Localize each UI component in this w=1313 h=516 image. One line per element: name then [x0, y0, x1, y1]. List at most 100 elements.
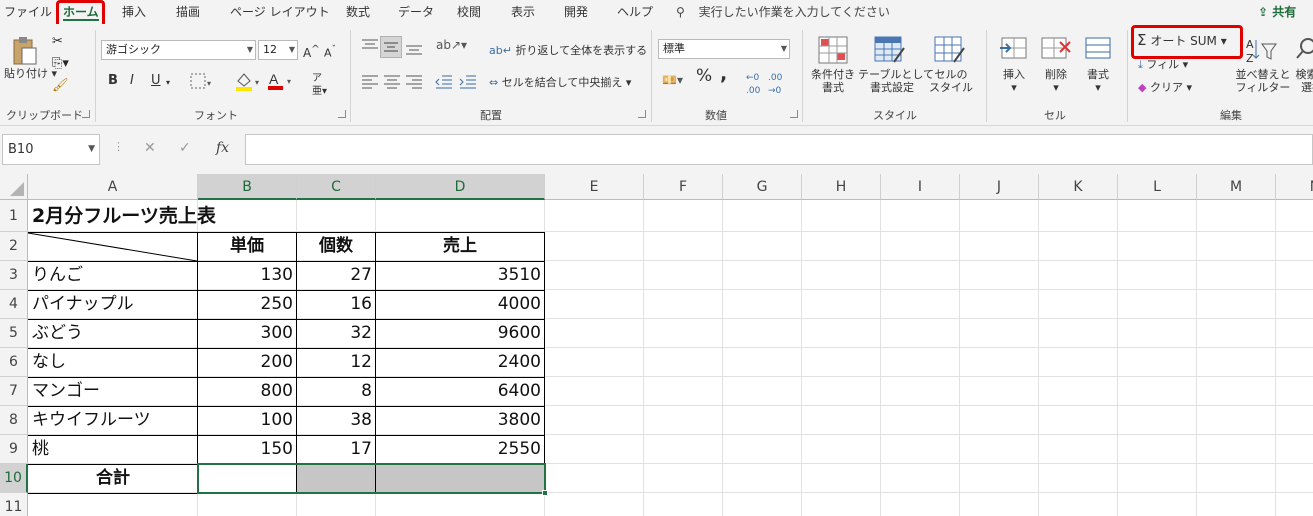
- item-price[interactable]: 150: [198, 435, 296, 464]
- bold-button[interactable]: B: [108, 74, 118, 87]
- select-all-corner[interactable]: [0, 174, 28, 200]
- phonetic-icon[interactable]: ア亜▾: [312, 72, 327, 98]
- column-header-i[interactable]: I: [881, 174, 960, 200]
- font-size-select[interactable]: 12 ▼: [258, 40, 298, 60]
- item-price[interactable]: 100: [198, 406, 296, 435]
- column-header-e[interactable]: E: [545, 174, 644, 200]
- share-button[interactable]: ⇪ 共有: [1258, 0, 1296, 24]
- item-name[interactable]: キウイフルーツ: [29, 406, 197, 435]
- italic-button[interactable]: I: [130, 74, 134, 87]
- item-sales[interactable]: 4000: [376, 290, 544, 319]
- item-price[interactable]: 800: [198, 377, 296, 406]
- tab-data[interactable]: データ: [398, 0, 434, 24]
- total-sales-cell[interactable]: [376, 464, 544, 493]
- font-shrink-icon[interactable]: Aˇ: [324, 43, 336, 60]
- total-qty-cell[interactable]: [297, 464, 375, 493]
- find-select-button[interactable]: 検索と 選択: [1292, 68, 1313, 94]
- align-right-icon[interactable]: [404, 74, 424, 94]
- column-header-m[interactable]: M: [1197, 174, 1276, 200]
- row-header-9[interactable]: 9: [0, 435, 28, 464]
- tab-developer[interactable]: 開発: [564, 0, 588, 24]
- decrease-decimal-icon[interactable]: .00 →0: [768, 72, 782, 98]
- number-format-select[interactable]: 標準 ▼: [658, 39, 790, 59]
- font-grow-icon[interactable]: A^: [303, 43, 320, 60]
- cell-title[interactable]: 2月分フルーツ売上表: [29, 200, 359, 232]
- paste-button[interactable]: 貼り付け ▾: [4, 67, 57, 80]
- increase-decimal-icon[interactable]: ←0.00: [746, 72, 760, 98]
- font-color-icon[interactable]: A ▾: [266, 70, 296, 95]
- tab-file[interactable]: ファイル: [4, 0, 52, 24]
- item-sales[interactable]: 2400: [376, 348, 544, 377]
- increase-indent-icon[interactable]: [458, 74, 478, 94]
- total-label[interactable]: 合計: [29, 464, 197, 493]
- item-sales[interactable]: 9600: [376, 319, 544, 348]
- format-as-table-button[interactable]: テーブルとして 書式設定: [858, 68, 934, 94]
- column-header-b[interactable]: B: [198, 174, 297, 200]
- row-header-7[interactable]: 7: [0, 377, 28, 406]
- tab-page-layout[interactable]: ページ レイアウト: [230, 0, 330, 24]
- item-price[interactable]: 300: [198, 319, 296, 348]
- underline-button[interactable]: U: [151, 74, 161, 87]
- cell-styles-button[interactable]: セルの スタイル: [924, 68, 978, 94]
- column-header-k[interactable]: K: [1039, 174, 1118, 200]
- item-name[interactable]: りんご: [29, 261, 197, 290]
- align-left-icon[interactable]: [360, 74, 380, 94]
- item-name[interactable]: パイナップル: [29, 290, 197, 319]
- column-header-j[interactable]: J: [960, 174, 1039, 200]
- item-qty[interactable]: 16: [297, 290, 375, 319]
- column-header-f[interactable]: F: [644, 174, 723, 200]
- align-center-icon[interactable]: [382, 74, 402, 94]
- currency-icon[interactable]: 💴▾: [662, 73, 683, 87]
- header-qty[interactable]: 個数: [297, 232, 375, 261]
- insert-function-icon[interactable]: fx: [216, 140, 229, 156]
- border-icon[interactable]: ▾: [190, 73, 214, 93]
- row-header-11[interactable]: 11: [0, 493, 28, 516]
- insert-cells-button[interactable]: 挿入 ▾: [992, 68, 1036, 94]
- column-header-d[interactable]: D: [376, 174, 545, 200]
- item-price[interactable]: 200: [198, 348, 296, 377]
- cut-icon[interactable]: ✂: [52, 34, 63, 49]
- sort-filter-button[interactable]: 並べ替えと フィルター: [1232, 68, 1294, 94]
- header-price[interactable]: 単価: [198, 232, 296, 261]
- fill-color-icon[interactable]: ▾: [234, 71, 262, 95]
- column-header-h[interactable]: H: [802, 174, 881, 200]
- item-qty[interactable]: 8: [297, 377, 375, 406]
- item-sales[interactable]: 6400: [376, 377, 544, 406]
- row-header-1[interactable]: 1: [0, 200, 28, 232]
- item-qty[interactable]: 17: [297, 435, 375, 464]
- item-name[interactable]: ぶどう: [29, 319, 197, 348]
- column-header-l[interactable]: L: [1118, 174, 1197, 200]
- tell-me-search[interactable]: ⚲ 実行したい作業を入力してください: [676, 0, 890, 24]
- item-name[interactable]: なし: [29, 348, 197, 377]
- item-price[interactable]: 130: [198, 261, 296, 290]
- autosum-button[interactable]: Σ オート SUM ▾: [1137, 33, 1227, 48]
- alignment-launcher-icon[interactable]: [638, 110, 646, 118]
- tab-help[interactable]: ヘルプ: [617, 0, 653, 24]
- item-sales[interactable]: 2550: [376, 435, 544, 464]
- comma-button[interactable]: ,: [720, 65, 727, 84]
- merge-center-button[interactable]: ⇔ セルを結合して中央揃え ▾: [489, 76, 631, 89]
- row-header-3[interactable]: 3: [0, 261, 28, 290]
- row-header-6[interactable]: 6: [0, 348, 28, 377]
- formula-input[interactable]: [245, 134, 1313, 165]
- item-name[interactable]: 桃: [29, 435, 197, 464]
- row-header-10[interactable]: 10: [0, 464, 28, 493]
- font-launcher-icon[interactable]: [338, 110, 346, 118]
- tab-view[interactable]: 表示: [511, 0, 535, 24]
- decrease-indent-icon[interactable]: [434, 74, 454, 94]
- column-header-n[interactable]: N: [1276, 174, 1313, 200]
- orientation-icon[interactable]: ab↗▾: [436, 38, 467, 52]
- tab-draw[interactable]: 描画: [176, 0, 200, 24]
- tab-home[interactable]: ホーム: [63, 0, 99, 24]
- delete-cells-button[interactable]: 削除 ▾: [1034, 68, 1078, 94]
- align-top-icon[interactable]: [360, 38, 380, 58]
- name-box[interactable]: B10 ▼: [2, 134, 100, 165]
- column-header-c[interactable]: C: [297, 174, 376, 200]
- cancel-icon[interactable]: ✕: [144, 140, 156, 156]
- row-header-4[interactable]: 4: [0, 290, 28, 319]
- clear-button[interactable]: ◆ クリア ▾: [1138, 81, 1192, 94]
- tab-insert[interactable]: 挿入: [122, 0, 146, 24]
- clipboard-launcher-icon[interactable]: [82, 110, 90, 118]
- row-header-2[interactable]: 2: [0, 232, 28, 261]
- percent-button[interactable]: %: [696, 68, 712, 85]
